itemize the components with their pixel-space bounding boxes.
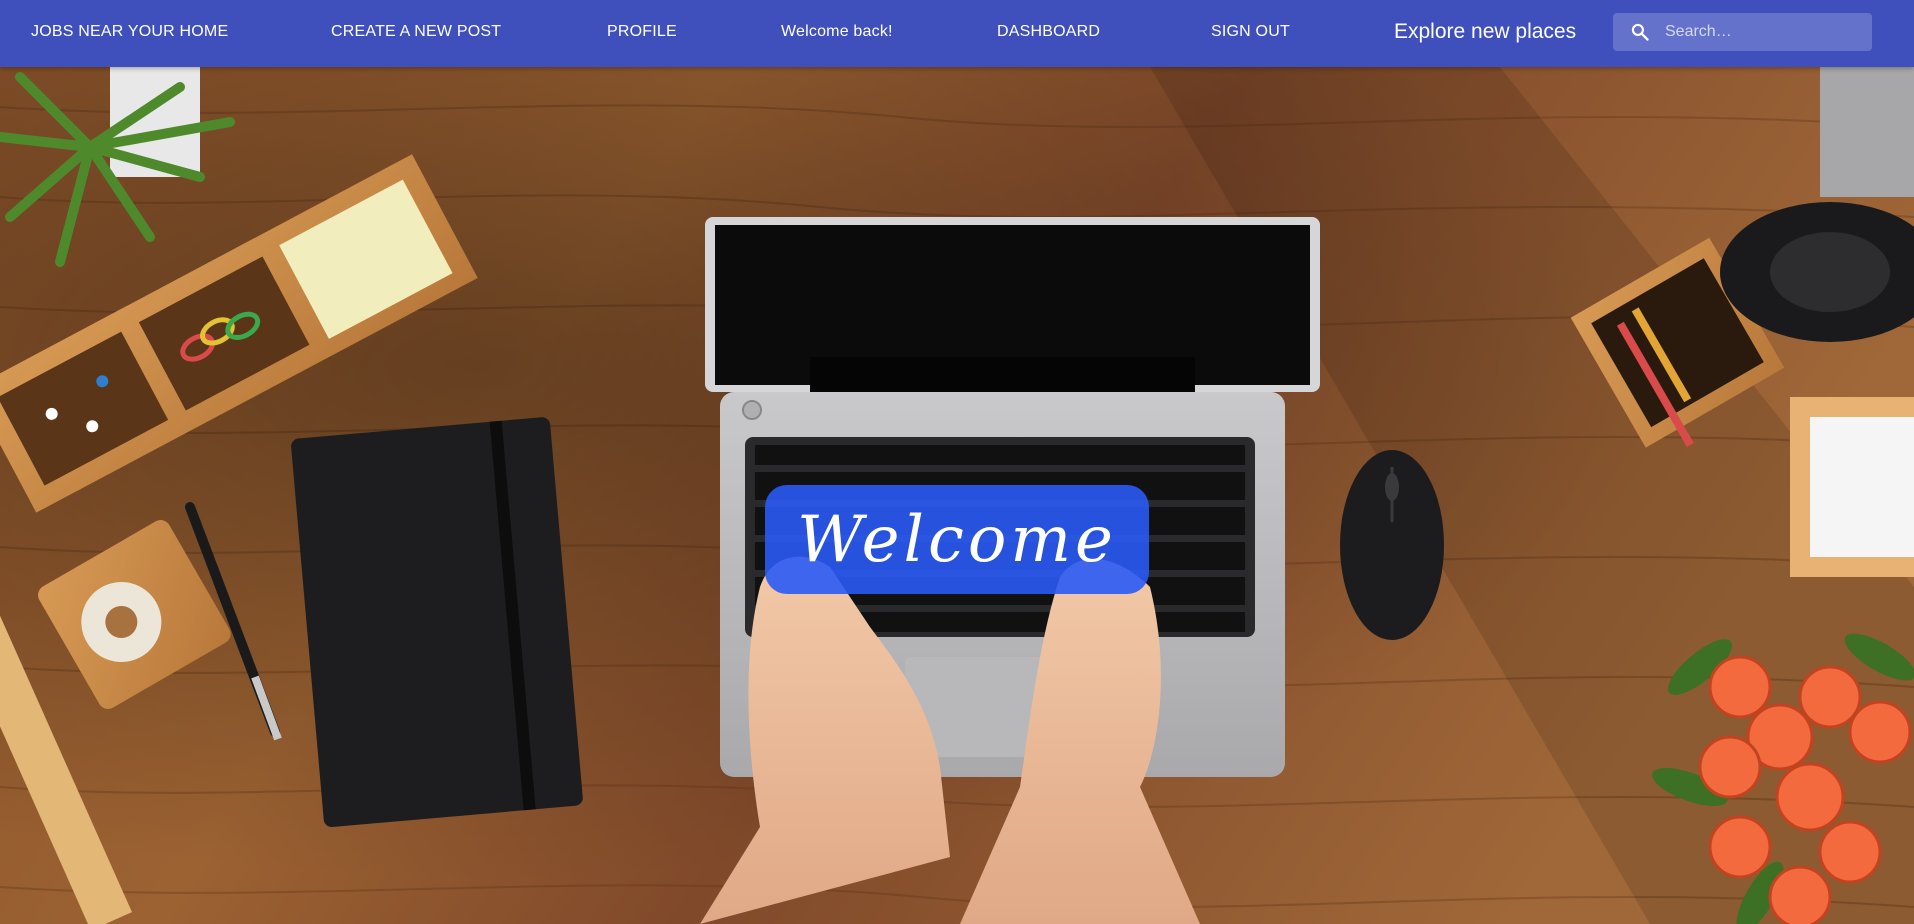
search-input[interactable] <box>1665 13 1860 51</box>
search-icon <box>1631 23 1649 41</box>
computer-mouse <box>1340 450 1444 640</box>
nav-jobs-near-your-home[interactable]: JOBS NEAR YOUR HOME <box>31 0 228 63</box>
top-navigation-bar: JOBS NEAR YOUR HOME CREATE A NEW POST PR… <box>0 0 1914 67</box>
app-window: JOBS NEAR YOUR HOME CREATE A NEW POST PR… <box>0 0 1914 924</box>
black-notebook <box>291 417 583 828</box>
welcome-banner: Welcome <box>765 485 1149 594</box>
welcome-heading: Welcome <box>797 502 1117 577</box>
nav-dashboard[interactable]: DASHBOARD <box>997 0 1100 63</box>
brand-title: Explore new places <box>1394 20 1577 43</box>
nav-sign-out[interactable]: SIGN OUT <box>1211 0 1290 63</box>
welcome-back-message: Welcome back! <box>781 23 893 40</box>
nav-create-new-post[interactable]: CREATE A NEW POST <box>331 0 501 63</box>
search-box[interactable] <box>1613 13 1872 51</box>
nav-profile[interactable]: PROFILE <box>607 0 677 63</box>
